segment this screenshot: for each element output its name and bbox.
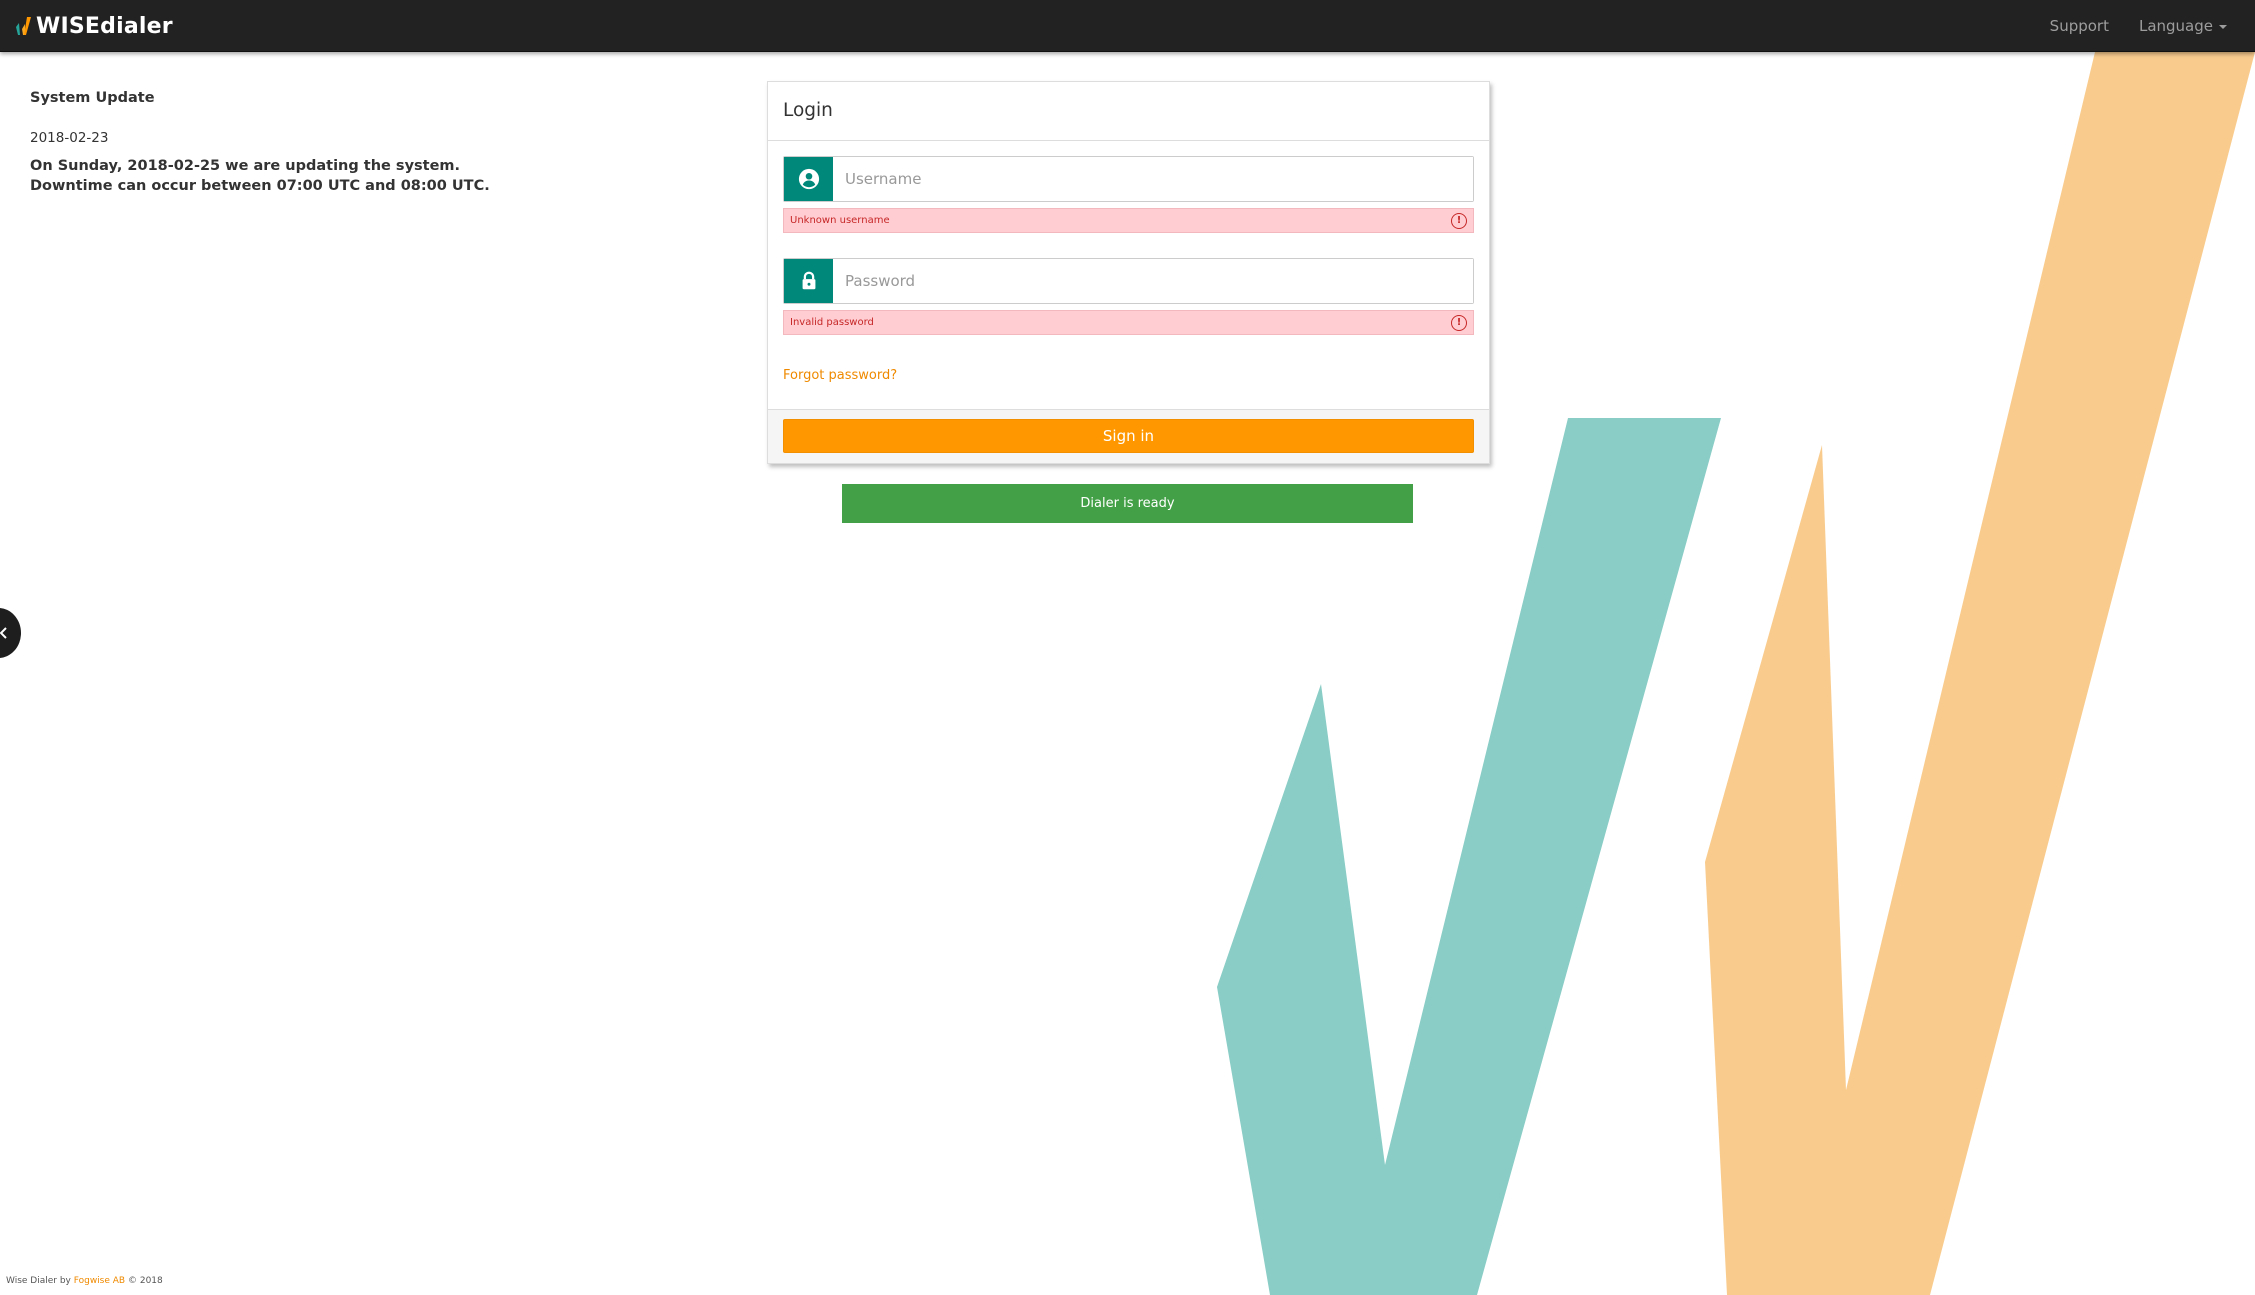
password-input[interactable] [833,259,1473,303]
top-navbar: WISEdialer Support Language [0,0,2255,52]
footer-suffix: © 2018 [127,1276,163,1286]
news-date: 2018-02-23 [30,130,109,146]
nav-links: Support Language [2050,0,2227,52]
news-body: On Sunday, 2018-02-25 we are updating th… [30,158,490,194]
chevron-left-icon [0,627,7,639]
language-dropdown[interactable]: Language [2139,17,2227,35]
language-label: Language [2138,17,2213,35]
login-panel-footer: Sign in [768,409,1489,463]
teal-stroke-shape [1217,418,1721,1295]
footer-prefix: Wise Dialer by [6,1276,71,1286]
system-update-notice: System Update 2018-02-23 On Sunday, 2018… [30,90,510,196]
password-error: Invalid password ! [783,310,1474,335]
footer-copyright: Wise Dialer by Fogwise AB © 2018 [6,1276,163,1286]
forgot-password-link[interactable]: Forgot password? [783,368,897,383]
dialer-status-bar: Dialer is ready [842,484,1413,523]
password-error-text: Invalid password [790,317,874,328]
alert-circle-icon: ! [1451,314,1467,331]
footer-company-link[interactable]: Fogwise AB [74,1276,125,1286]
username-field-group [783,156,1474,202]
news-title: System Update [30,90,155,106]
lock-icon [802,271,815,290]
user-circle-icon [798,168,819,190]
username-error: Unknown username ! [783,208,1474,233]
sign-in-button[interactable]: Sign in [783,419,1474,453]
alert-circle-icon: ! [1451,212,1467,229]
brand-name: WISEdialer [36,13,173,39]
login-title: Login [768,82,1489,141]
caret-down-icon [2219,24,2227,29]
support-link[interactable]: Support [2050,17,2109,35]
password-field-group [783,258,1474,304]
login-panel: Login Unknown username ! Invalid passwor… [767,81,1490,464]
wisedialer-logo-icon [16,17,31,35]
username-error-text: Unknown username [790,215,890,226]
username-addon [784,157,833,201]
brand-logo[interactable]: WISEdialer [14,10,173,42]
orange-stroke-shape [1705,52,2255,1295]
username-input[interactable] [833,157,1473,201]
password-addon [784,259,833,303]
